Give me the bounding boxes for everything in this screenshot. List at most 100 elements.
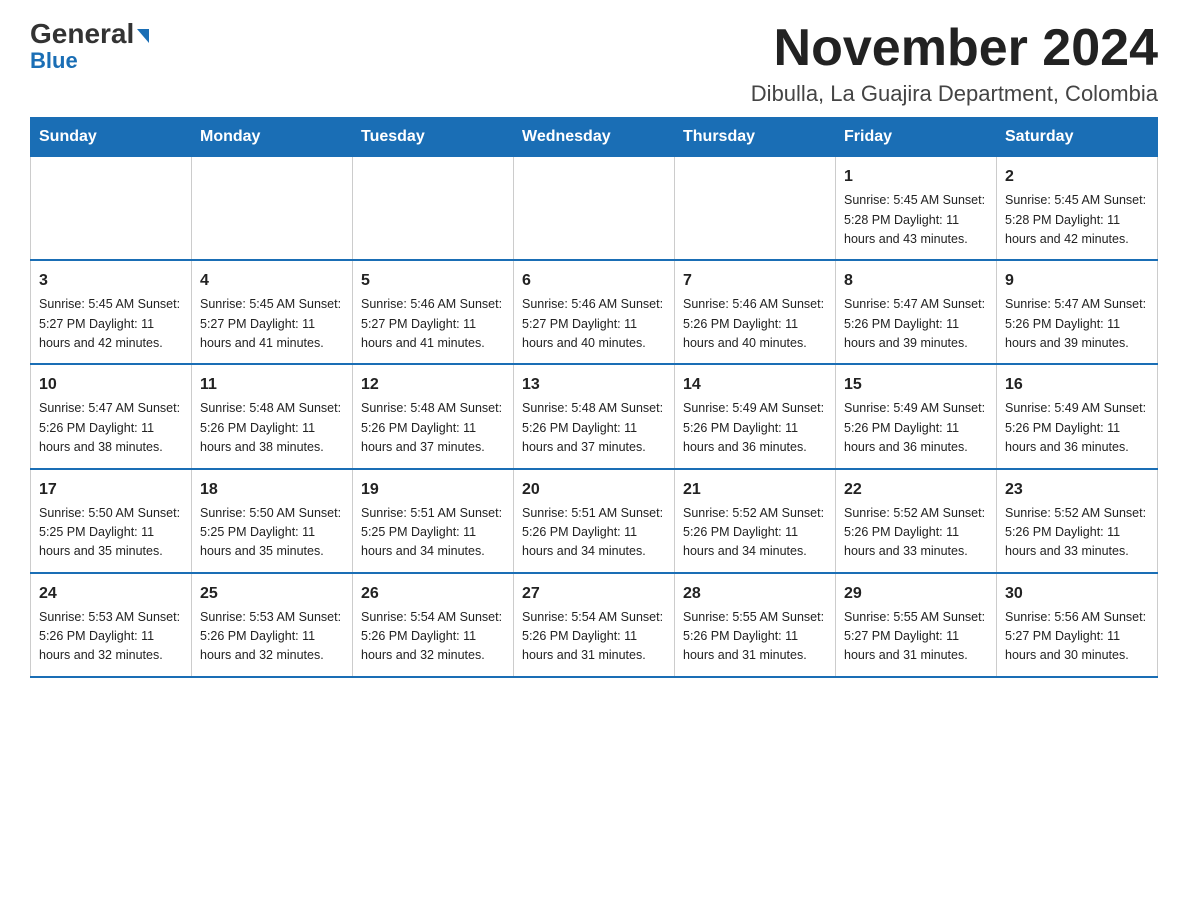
weekday-header-wednesday: Wednesday [514,118,675,157]
day-info: Sunrise: 5:56 AM Sunset: 5:27 PM Dayligh… [1005,608,1149,666]
calendar-week-row: 17Sunrise: 5:50 AM Sunset: 5:25 PM Dayli… [31,469,1158,573]
calendar-day-cell: 9Sunrise: 5:47 AM Sunset: 5:26 PM Daylig… [997,260,1158,364]
weekday-header-row: SundayMondayTuesdayWednesdayThursdayFrid… [31,118,1158,157]
day-number: 9 [1005,269,1149,293]
title-area: November 2024 Dibulla, La Guajira Depart… [751,20,1158,107]
weekday-header-friday: Friday [836,118,997,157]
calendar-day-cell: 6Sunrise: 5:46 AM Sunset: 5:27 PM Daylig… [514,260,675,364]
day-info: Sunrise: 5:50 AM Sunset: 5:25 PM Dayligh… [200,504,344,562]
day-info: Sunrise: 5:54 AM Sunset: 5:26 PM Dayligh… [361,608,505,666]
day-number: 6 [522,269,666,293]
calendar-day-cell [353,157,514,261]
weekday-header-saturday: Saturday [997,118,1158,157]
weekday-header-sunday: Sunday [31,118,192,157]
day-number: 1 [844,165,988,189]
day-number: 8 [844,269,988,293]
day-number: 7 [683,269,827,293]
day-info: Sunrise: 5:55 AM Sunset: 5:26 PM Dayligh… [683,608,827,666]
day-info: Sunrise: 5:46 AM Sunset: 5:27 PM Dayligh… [361,295,505,353]
month-year-title: November 2024 [751,20,1158,77]
day-number: 19 [361,478,505,502]
day-info: Sunrise: 5:50 AM Sunset: 5:25 PM Dayligh… [39,504,183,562]
day-info: Sunrise: 5:47 AM Sunset: 5:26 PM Dayligh… [1005,295,1149,353]
calendar-day-cell: 22Sunrise: 5:52 AM Sunset: 5:26 PM Dayli… [836,469,997,573]
weekday-header-thursday: Thursday [675,118,836,157]
page-header: General Blue November 2024 Dibulla, La G… [30,20,1158,107]
day-info: Sunrise: 5:45 AM Sunset: 5:28 PM Dayligh… [844,191,988,249]
calendar-day-cell [31,157,192,261]
calendar-day-cell: 1Sunrise: 5:45 AM Sunset: 5:28 PM Daylig… [836,157,997,261]
day-number: 25 [200,582,344,606]
day-info: Sunrise: 5:47 AM Sunset: 5:26 PM Dayligh… [844,295,988,353]
calendar-day-cell: 4Sunrise: 5:45 AM Sunset: 5:27 PM Daylig… [192,260,353,364]
day-number: 3 [39,269,183,293]
calendar-day-cell: 27Sunrise: 5:54 AM Sunset: 5:26 PM Dayli… [514,573,675,677]
day-number: 15 [844,373,988,397]
day-info: Sunrise: 5:53 AM Sunset: 5:26 PM Dayligh… [39,608,183,666]
calendar-day-cell: 21Sunrise: 5:52 AM Sunset: 5:26 PM Dayli… [675,469,836,573]
day-number: 21 [683,478,827,502]
day-number: 10 [39,373,183,397]
day-info: Sunrise: 5:52 AM Sunset: 5:26 PM Dayligh… [683,504,827,562]
calendar-day-cell: 23Sunrise: 5:52 AM Sunset: 5:26 PM Dayli… [997,469,1158,573]
calendar-day-cell: 3Sunrise: 5:45 AM Sunset: 5:27 PM Daylig… [31,260,192,364]
calendar-day-cell: 28Sunrise: 5:55 AM Sunset: 5:26 PM Dayli… [675,573,836,677]
logo-text: General [30,20,149,48]
calendar-day-cell: 15Sunrise: 5:49 AM Sunset: 5:26 PM Dayli… [836,364,997,468]
day-number: 20 [522,478,666,502]
day-info: Sunrise: 5:46 AM Sunset: 5:26 PM Dayligh… [683,295,827,353]
calendar-day-cell: 29Sunrise: 5:55 AM Sunset: 5:27 PM Dayli… [836,573,997,677]
calendar-day-cell: 13Sunrise: 5:48 AM Sunset: 5:26 PM Dayli… [514,364,675,468]
day-number: 27 [522,582,666,606]
day-info: Sunrise: 5:51 AM Sunset: 5:26 PM Dayligh… [522,504,666,562]
day-info: Sunrise: 5:48 AM Sunset: 5:26 PM Dayligh… [361,399,505,457]
calendar-day-cell: 20Sunrise: 5:51 AM Sunset: 5:26 PM Dayli… [514,469,675,573]
calendar-day-cell: 11Sunrise: 5:48 AM Sunset: 5:26 PM Dayli… [192,364,353,468]
day-info: Sunrise: 5:45 AM Sunset: 5:27 PM Dayligh… [39,295,183,353]
day-info: Sunrise: 5:45 AM Sunset: 5:28 PM Dayligh… [1005,191,1149,249]
calendar-day-cell: 17Sunrise: 5:50 AM Sunset: 5:25 PM Dayli… [31,469,192,573]
day-number: 18 [200,478,344,502]
calendar-day-cell: 25Sunrise: 5:53 AM Sunset: 5:26 PM Dayli… [192,573,353,677]
calendar-day-cell: 8Sunrise: 5:47 AM Sunset: 5:26 PM Daylig… [836,260,997,364]
day-info: Sunrise: 5:49 AM Sunset: 5:26 PM Dayligh… [683,399,827,457]
day-number: 16 [1005,373,1149,397]
calendar-week-row: 10Sunrise: 5:47 AM Sunset: 5:26 PM Dayli… [31,364,1158,468]
calendar-day-cell: 16Sunrise: 5:49 AM Sunset: 5:26 PM Dayli… [997,364,1158,468]
calendar-week-row: 3Sunrise: 5:45 AM Sunset: 5:27 PM Daylig… [31,260,1158,364]
calendar-day-cell: 26Sunrise: 5:54 AM Sunset: 5:26 PM Dayli… [353,573,514,677]
calendar-day-cell: 24Sunrise: 5:53 AM Sunset: 5:26 PM Dayli… [31,573,192,677]
day-number: 17 [39,478,183,502]
day-number: 5 [361,269,505,293]
calendar-day-cell [514,157,675,261]
calendar-day-cell: 19Sunrise: 5:51 AM Sunset: 5:25 PM Dayli… [353,469,514,573]
calendar-day-cell: 10Sunrise: 5:47 AM Sunset: 5:26 PM Dayli… [31,364,192,468]
calendar-day-cell: 2Sunrise: 5:45 AM Sunset: 5:28 PM Daylig… [997,157,1158,261]
day-number: 13 [522,373,666,397]
day-number: 30 [1005,582,1149,606]
day-info: Sunrise: 5:53 AM Sunset: 5:26 PM Dayligh… [200,608,344,666]
calendar-day-cell [192,157,353,261]
calendar-week-row: 1Sunrise: 5:45 AM Sunset: 5:28 PM Daylig… [31,157,1158,261]
day-info: Sunrise: 5:48 AM Sunset: 5:26 PM Dayligh… [522,399,666,457]
day-info: Sunrise: 5:51 AM Sunset: 5:25 PM Dayligh… [361,504,505,562]
day-info: Sunrise: 5:45 AM Sunset: 5:27 PM Dayligh… [200,295,344,353]
day-number: 14 [683,373,827,397]
day-info: Sunrise: 5:54 AM Sunset: 5:26 PM Dayligh… [522,608,666,666]
calendar-day-cell [675,157,836,261]
calendar-day-cell: 30Sunrise: 5:56 AM Sunset: 5:27 PM Dayli… [997,573,1158,677]
day-info: Sunrise: 5:52 AM Sunset: 5:26 PM Dayligh… [844,504,988,562]
location-title: Dibulla, La Guajira Department, Colombia [751,81,1158,107]
day-info: Sunrise: 5:48 AM Sunset: 5:26 PM Dayligh… [200,399,344,457]
day-info: Sunrise: 5:52 AM Sunset: 5:26 PM Dayligh… [1005,504,1149,562]
day-number: 24 [39,582,183,606]
day-number: 23 [1005,478,1149,502]
logo: General Blue [30,20,149,74]
calendar-table: SundayMondayTuesdayWednesdayThursdayFrid… [30,117,1158,678]
calendar-day-cell: 14Sunrise: 5:49 AM Sunset: 5:26 PM Dayli… [675,364,836,468]
day-info: Sunrise: 5:46 AM Sunset: 5:27 PM Dayligh… [522,295,666,353]
day-number: 26 [361,582,505,606]
weekday-header-tuesday: Tuesday [353,118,514,157]
day-number: 2 [1005,165,1149,189]
day-info: Sunrise: 5:47 AM Sunset: 5:26 PM Dayligh… [39,399,183,457]
